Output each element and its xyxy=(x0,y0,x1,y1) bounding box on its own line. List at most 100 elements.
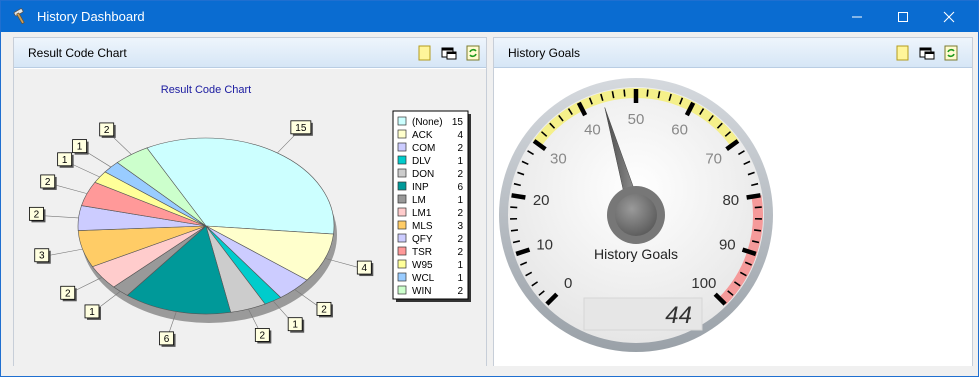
slice-value-label: 2 xyxy=(34,209,40,220)
panel-title: Result Code Chart xyxy=(28,46,127,60)
legend-category: COM xyxy=(412,143,435,154)
minor-tick xyxy=(753,229,762,232)
gauge-tick-label: 20 xyxy=(533,192,550,209)
panel-header: Result Code Chart xyxy=(14,38,486,68)
chart-area: Result Code Chart 15 4 2 1 2 6 1 2 3 2 2 1 1 2 (None)… xyxy=(14,69,486,366)
maximize-button[interactable] xyxy=(880,1,926,32)
legend-value: 6 xyxy=(457,182,463,193)
gauge-tick-label: 0 xyxy=(564,275,572,292)
legend-swatch xyxy=(397,129,407,139)
slice-value-label: 1 xyxy=(62,155,68,166)
legend-swatch xyxy=(397,233,407,243)
legend-category: DLV xyxy=(412,156,431,167)
gauge-tick-label: 60 xyxy=(671,121,688,138)
gauge-tick-label: 30 xyxy=(550,151,567,168)
gauge-tick-label: 90 xyxy=(719,237,736,254)
slice-value-label: 2 xyxy=(260,330,266,341)
slice-value-label: 15 xyxy=(295,123,307,134)
history-goals-panel: History Goals 0 10 20 30 40 50 60 70 80 … xyxy=(493,37,973,366)
result-code-pie-chart: Result Code Chart 154212612322112 (None)… xyxy=(29,84,471,347)
close-icon xyxy=(943,11,955,23)
legend-swatch xyxy=(397,116,407,126)
window-icon[interactable] xyxy=(441,45,457,61)
legend-category: WIN xyxy=(412,286,431,297)
chart-title: Result Code Chart xyxy=(161,84,252,96)
chart-legend: (None) 15ACK 4COM 2DLV 1DON 2INP 6LM 1LM1 2MLS 3Q… xyxy=(392,110,471,302)
slice-value-label: 4 xyxy=(362,263,368,274)
history-goals-gauge: 0 10 20 30 40 50 60 70 80 90 100 History Goals 44 xyxy=(499,78,773,352)
minimize-button[interactable] xyxy=(834,1,880,32)
slice-value-label: 2 xyxy=(321,304,327,315)
major-tick xyxy=(511,193,526,200)
title-bar[interactable]: History Dashboard xyxy=(1,1,978,32)
legend-value: 4 xyxy=(457,130,463,141)
note-icon[interactable] xyxy=(417,45,433,61)
legend-category: ACK xyxy=(412,130,433,141)
legend-category: W95 xyxy=(412,260,433,271)
legend-swatch xyxy=(397,168,407,178)
legend-value: 2 xyxy=(457,286,463,297)
maximize-icon xyxy=(898,12,908,22)
refresh-icon[interactable] xyxy=(465,45,481,61)
slice-value-label: 1 xyxy=(77,142,83,153)
major-tick xyxy=(746,193,761,200)
slice-value-label: 2 xyxy=(45,177,51,188)
legend-category: LM xyxy=(412,195,426,206)
legend-swatch xyxy=(397,246,407,256)
minor-tick xyxy=(510,229,519,232)
legend-category: QFY xyxy=(412,234,433,245)
gauge-tick-label: 50 xyxy=(628,111,645,128)
window-title: History Dashboard xyxy=(37,9,145,24)
hammer-icon xyxy=(13,8,25,25)
result-code-panel: Result Code Chart Result Code Chart 15 4 2… xyxy=(13,37,487,366)
minor-tick xyxy=(646,89,649,97)
legend-value: 2 xyxy=(457,208,463,219)
legend-value: 1 xyxy=(457,273,463,284)
window-icon[interactable] xyxy=(919,45,935,61)
legend-swatch xyxy=(397,194,407,204)
refresh-icon[interactable] xyxy=(943,45,959,61)
note-icon[interactable] xyxy=(895,45,911,61)
gauge-hub xyxy=(615,194,657,236)
slice-value-label: 1 xyxy=(89,307,95,318)
legend-swatch xyxy=(397,220,407,230)
legend-swatch xyxy=(397,272,407,282)
panel-title: History Goals xyxy=(508,46,581,60)
legend-value: 2 xyxy=(457,234,463,245)
slice-value-label: 1 xyxy=(292,320,298,331)
legend-category: MLS xyxy=(412,221,433,232)
pie-slices xyxy=(77,137,337,323)
legend-category: TSR xyxy=(412,247,432,258)
slice-value-label: 2 xyxy=(65,288,71,299)
gauge-tick-label: 40 xyxy=(584,121,601,138)
legend-value: 2 xyxy=(457,143,463,154)
gauge-title: History Goals xyxy=(594,246,678,262)
legend-category: LM1 xyxy=(412,208,432,219)
slice-value-label: 3 xyxy=(39,251,45,262)
gauge-value: 44 xyxy=(665,302,692,329)
legend-value: 2 xyxy=(457,169,463,180)
history-dashboard-window: History Dashboard Result Code Chart Resu… xyxy=(0,0,979,377)
slice-value-label: 2 xyxy=(104,125,110,136)
legend-value: 1 xyxy=(457,156,463,167)
minimize-icon xyxy=(852,16,862,18)
legend-swatch xyxy=(397,181,407,191)
gauge-tick-label: 100 xyxy=(691,275,716,292)
gauge-tick-label: 80 xyxy=(722,192,739,209)
legend-value: 2 xyxy=(457,247,463,258)
legend-category: DON xyxy=(412,169,434,180)
legend-category: INP xyxy=(412,182,429,193)
legend-value: 15 xyxy=(452,117,464,128)
close-button[interactable] xyxy=(926,1,972,32)
legend-swatch xyxy=(397,155,407,165)
legend-value: 1 xyxy=(457,260,463,271)
legend-swatch xyxy=(397,207,407,217)
legend-swatch xyxy=(397,259,407,269)
panel-header: History Goals xyxy=(494,38,972,68)
legend-category: (None) xyxy=(412,117,443,128)
minor-tick xyxy=(623,89,626,97)
slice-value-label: 6 xyxy=(164,334,170,345)
legend-value: 1 xyxy=(457,195,463,206)
gauge-area: 0 10 20 30 40 50 60 70 80 90 100 History Goals 44 xyxy=(494,69,972,366)
gauge-tick-label: 10 xyxy=(536,237,553,254)
